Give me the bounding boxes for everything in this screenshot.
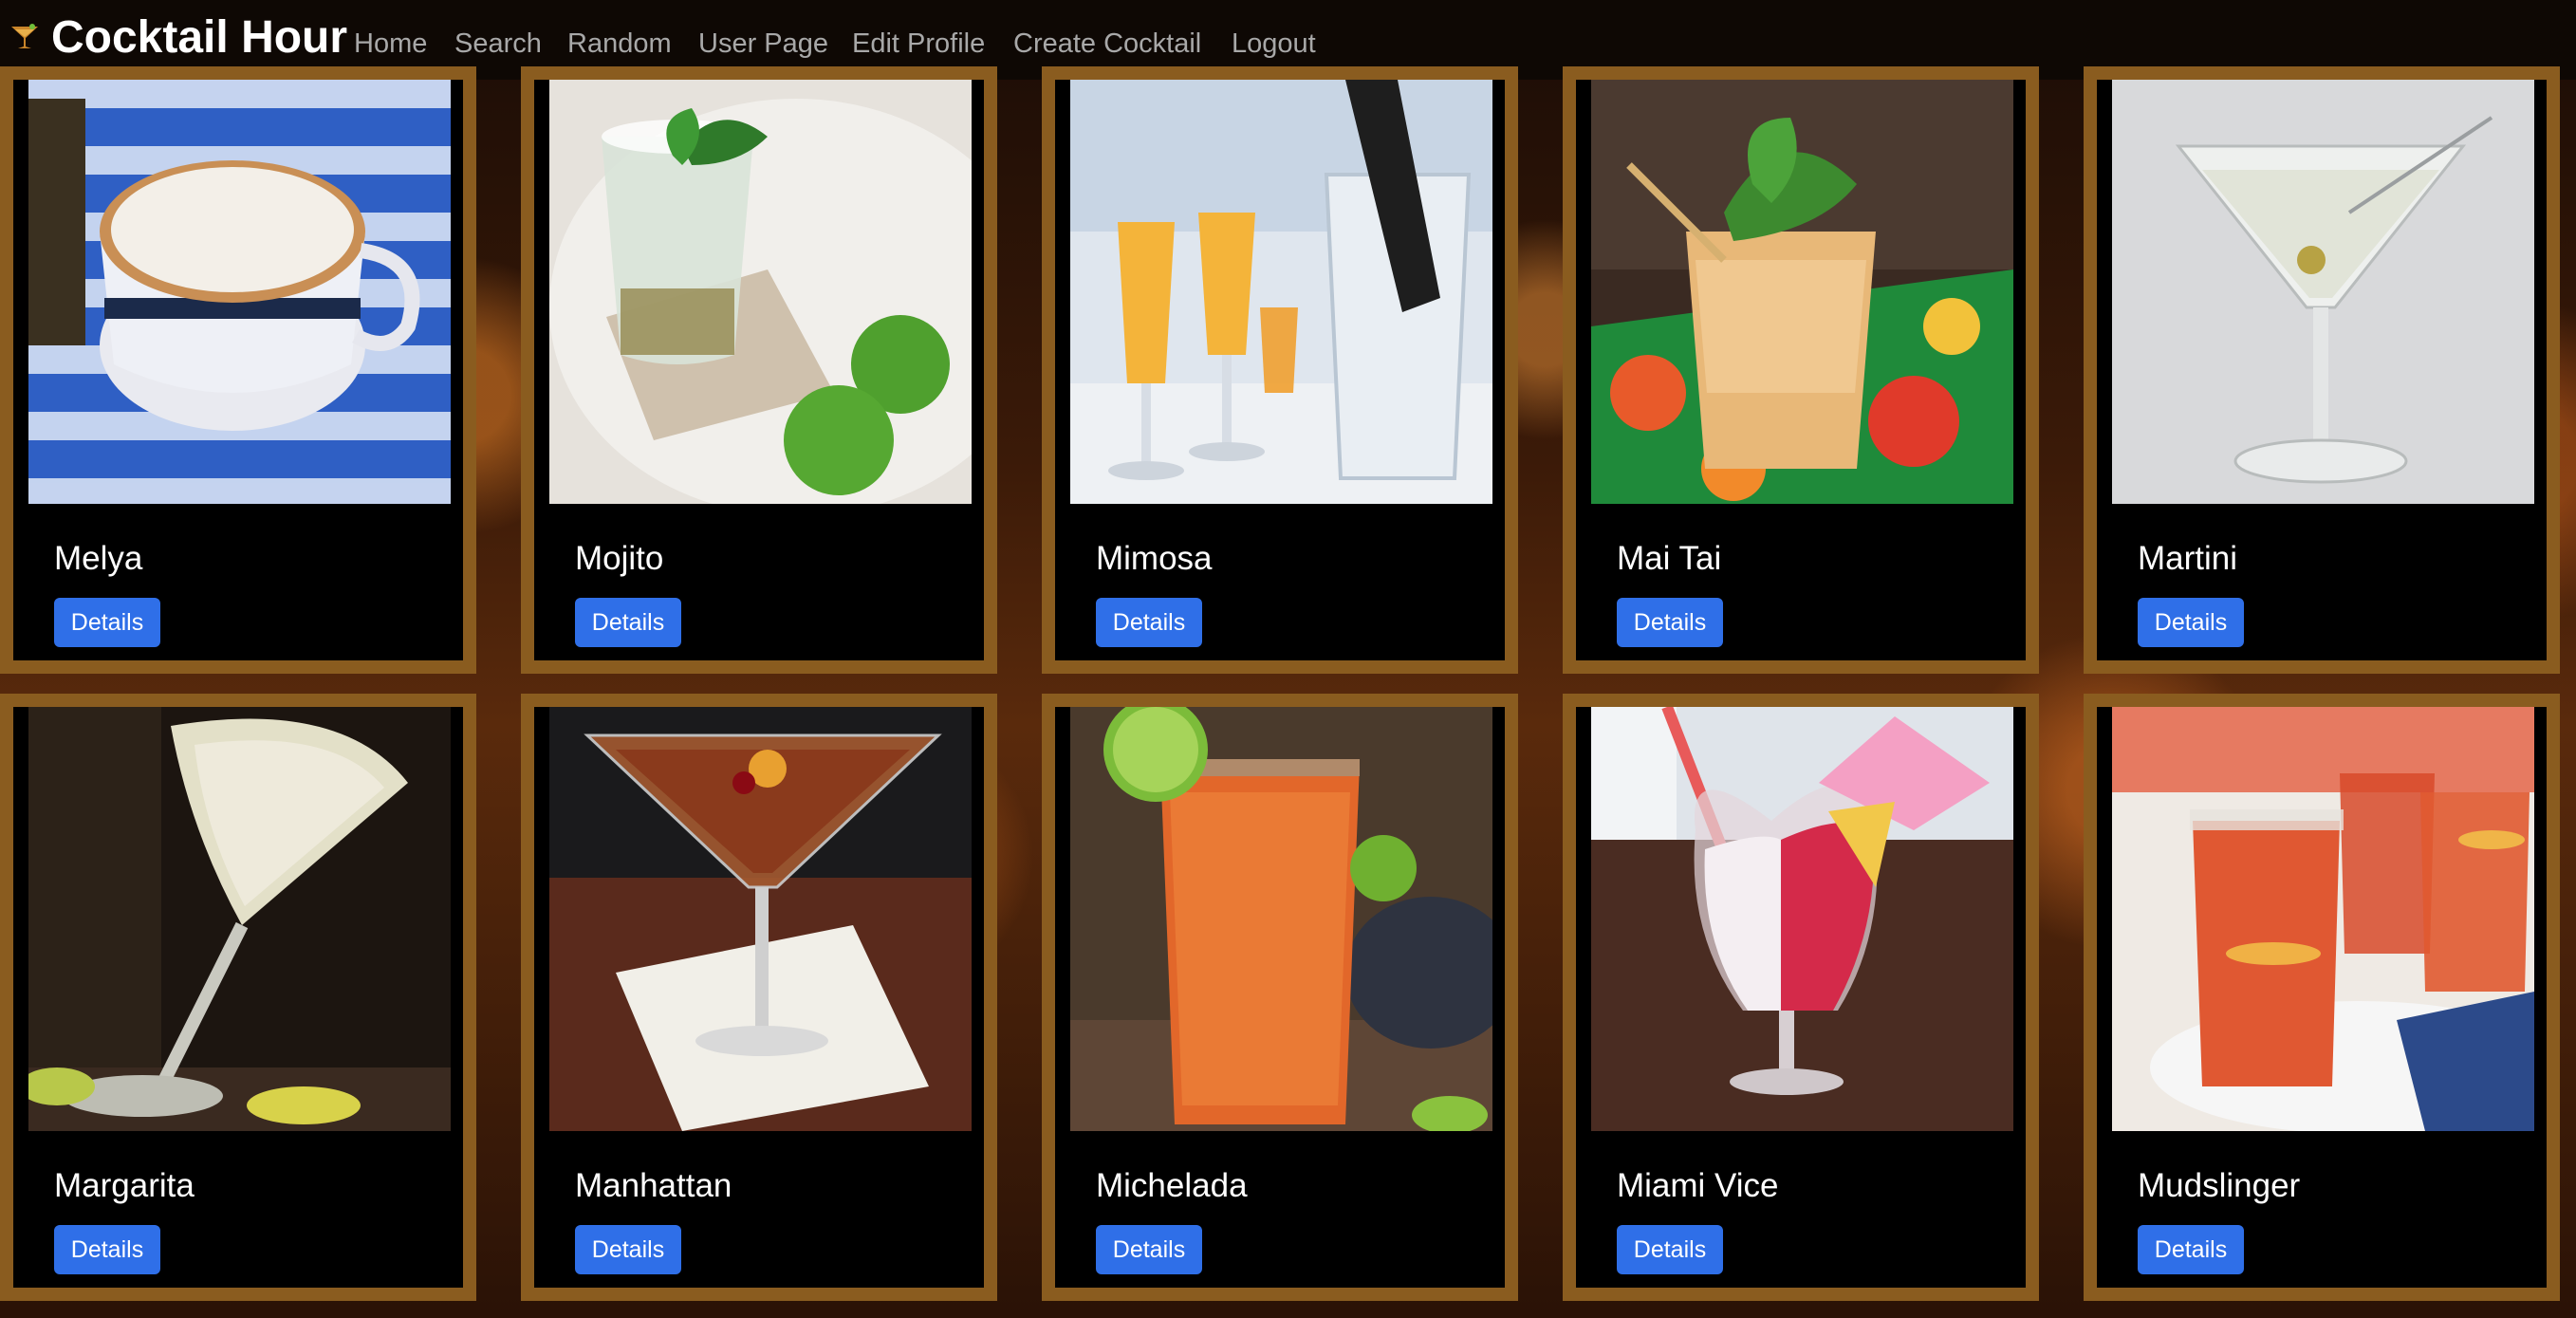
cocktail-card-mojito: Mojito Details [521,66,997,674]
cocktail-name: Miami Vice [1617,1167,1779,1204]
details-button[interactable]: Details [2138,1225,2244,1274]
cocktail-image-martini [2112,80,2534,504]
cocktail-card-mudslinger: Mudslinger Details [2084,694,2560,1301]
cocktail-name: Manhattan [575,1167,732,1204]
nav-random-link[interactable]: Random [567,27,672,61]
cocktail-image-mudslinger [2112,707,2534,1131]
cocktail-name: Mimosa [1096,540,1213,577]
details-button[interactable]: Details [1617,1225,1723,1274]
cocktail-name: Michelada [1096,1167,1248,1204]
nav-edit-profile-link[interactable]: Edit Profile [852,27,985,61]
details-button[interactable]: Details [54,1225,160,1274]
cocktail-card-miami-vice: Miami Vice Details [1563,694,2039,1301]
cocktail-name: Mudslinger [2138,1167,2301,1204]
cocktail-card-michelada: Michelada Details [1042,694,1518,1301]
details-button[interactable]: Details [575,1225,681,1274]
cocktail-card-manhattan: Manhattan Details [521,694,997,1301]
details-button[interactable]: Details [1096,1225,1202,1274]
nav-search-link[interactable]: Search [454,27,542,61]
cocktail-card-martini: Martini Details [2084,66,2560,674]
cocktail-name: Melya [54,540,143,577]
cocktail-card-melya: Melya Details [0,66,476,674]
cocktail-card-mai-tai: Mai Tai Details [1563,66,2039,674]
cocktail-image-michelada [1070,707,1492,1131]
cocktail-image-mojito [549,80,972,504]
cocktail-card-margarita: Margarita Details [0,694,476,1301]
cocktail-image-miami-vice [1591,707,2013,1131]
details-button[interactable]: Details [1617,598,1723,647]
details-button[interactable]: Details [1096,598,1202,647]
cocktail-image-manhattan [549,707,972,1131]
nav-home-link[interactable]: Home [354,27,427,61]
cocktail-image-mai-tai [1591,80,2013,504]
nav-create-cocktail-link[interactable]: Create Cocktail [1013,27,1201,61]
cocktail-name: Martini [2138,540,2238,577]
cocktail-grid: Melya Details Mojito Details Mimosa Deta… [0,66,2560,1301]
nav-logout-link[interactable]: Logout [1232,27,1316,61]
cocktail-name: Mai Tai [1617,540,1722,577]
details-button[interactable]: Details [575,598,681,647]
cocktail-image-melya [28,80,451,504]
brand-title[interactable]: Cocktail Hour [51,9,347,66]
details-button[interactable]: Details [54,598,160,647]
cocktail-logo-icon[interactable] [9,21,40,51]
cocktail-name: Margarita [54,1167,195,1204]
details-button[interactable]: Details [2138,598,2244,647]
cocktail-card-mimosa: Mimosa Details [1042,66,1518,674]
cocktail-image-margarita [28,707,451,1131]
cocktail-name: Mojito [575,540,664,577]
cocktail-image-mimosa [1070,80,1492,504]
nav-user-page-link[interactable]: User Page [698,27,828,61]
